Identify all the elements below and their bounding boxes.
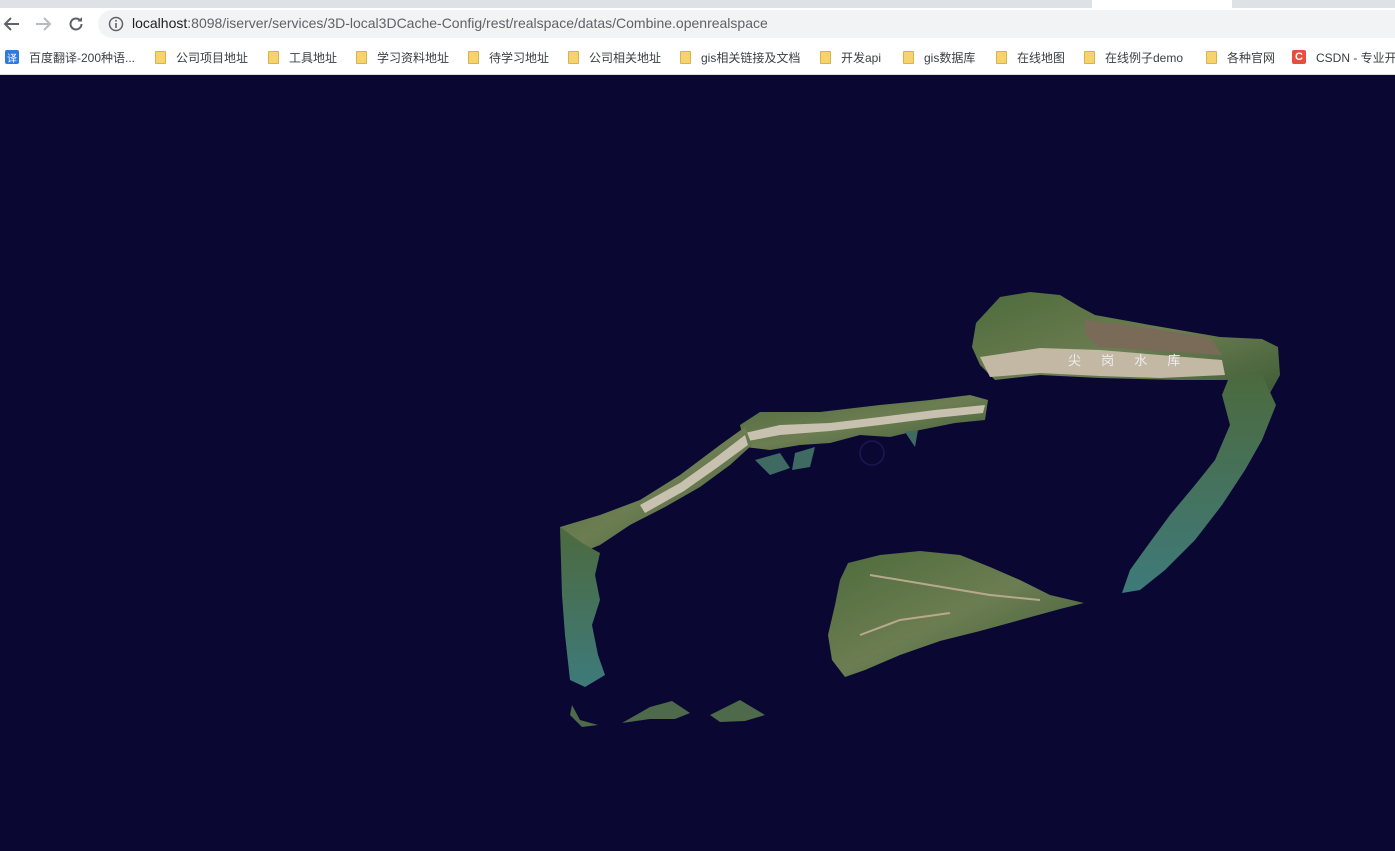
- url-path: :8098/iserver/services/3D-local3DCache-C…: [187, 15, 768, 31]
- bookmark-label: 待学习地址: [489, 50, 550, 65]
- folder-icon: [268, 50, 279, 64]
- bookmark-folder[interactable]: 学习资料地址: [356, 48, 449, 66]
- active-tab[interactable]: [1092, 0, 1232, 8]
- bookmark-label: gis数据库: [924, 50, 976, 65]
- bookmarks-bar: 译 百度翻译-200种语... 公司项目地址 工具地址 学习资料地址 待学习地址…: [0, 40, 1395, 75]
- bookmark-folder[interactable]: 开发api: [820, 48, 881, 66]
- bookmark-label: 在线例子demo: [1105, 50, 1184, 65]
- folder-icon: [996, 50, 1007, 64]
- reload-button[interactable]: [64, 12, 88, 36]
- bookmark-baidu-translate[interactable]: 译 百度翻译-200种语...: [5, 48, 135, 66]
- bottom-fragments: [570, 700, 765, 727]
- bookmark-label: CSDN - 专业开: [1316, 50, 1395, 65]
- left-edge: [560, 527, 605, 687]
- folder-icon: [680, 50, 691, 64]
- folder-icon: [1206, 50, 1217, 64]
- url-text[interactable]: localhost:8098/iserver/services/3D-local…: [132, 15, 768, 31]
- bookmark-folder[interactable]: gis相关链接及文档: [680, 48, 800, 66]
- bookmark-label: 百度翻译-200种语...: [29, 50, 136, 65]
- bookmark-label: 工具地址: [289, 50, 338, 65]
- bookmark-folder[interactable]: 在线地图: [996, 48, 1065, 66]
- bookmark-label: 各种官网: [1227, 50, 1276, 65]
- folder-icon: [468, 50, 479, 64]
- 3d-scene-viewport[interactable]: 尖 岗 水 库: [0, 75, 1395, 851]
- folder-icon: [820, 50, 831, 64]
- bookmark-label: 开发api: [841, 50, 882, 65]
- forward-button[interactable]: [31, 12, 55, 36]
- map-label: 尖 岗 水 库: [1068, 353, 1188, 369]
- bookmark-label: 公司相关地址: [589, 50, 662, 65]
- bookmark-label: 公司项目地址: [176, 50, 249, 65]
- bookmark-folder[interactable]: 公司项目地址: [155, 48, 248, 66]
- csdn-icon: C: [1292, 50, 1306, 64]
- terrain-model: 尖 岗 水 库: [560, 292, 1280, 727]
- bookmark-folder[interactable]: 工具地址: [268, 48, 337, 66]
- central-island: [828, 551, 1084, 677]
- bookmark-folder[interactable]: 各种官网: [1206, 48, 1275, 66]
- info-icon[interactable]: [108, 16, 124, 32]
- diagonal-strip: [560, 427, 752, 555]
- tab-strip: [0, 0, 1395, 8]
- bookmark-folder[interactable]: 公司相关地址: [568, 48, 661, 66]
- bookmark-label: 学习资料地址: [377, 50, 450, 65]
- bookmark-folder[interactable]: 在线例子demo: [1084, 48, 1183, 66]
- browser-toolbar: localhost:8098/iserver/services/3D-local…: [0, 8, 1395, 40]
- folder-icon: [155, 50, 166, 64]
- bookmark-csdn[interactable]: C CSDN - 专业开: [1292, 48, 1395, 66]
- reload-icon: [69, 17, 83, 31]
- bookmark-folder[interactable]: gis数据库: [903, 48, 975, 66]
- folder-icon: [356, 50, 367, 64]
- folder-icon: [568, 50, 579, 64]
- bookmark-folder[interactable]: 待学习地址: [468, 48, 549, 66]
- back-arrow-icon: [3, 17, 19, 31]
- folder-icon: [903, 50, 914, 64]
- address-bar[interactable]: localhost:8098/iserver/services/3D-local…: [98, 10, 1395, 38]
- right-ridge: [1122, 375, 1276, 593]
- url-host: localhost: [132, 15, 188, 31]
- folder-icon: [1084, 50, 1095, 64]
- diagonal-road: [640, 435, 748, 513]
- bookmark-label: gis相关链接及文档: [701, 50, 801, 65]
- bookmark-label: 在线地图: [1017, 50, 1066, 65]
- forward-arrow-icon: [36, 17, 52, 31]
- baidu-translate-icon: 译: [5, 50, 19, 65]
- scene-cursor-icon: [859, 440, 885, 466]
- back-button[interactable]: [0, 12, 24, 36]
